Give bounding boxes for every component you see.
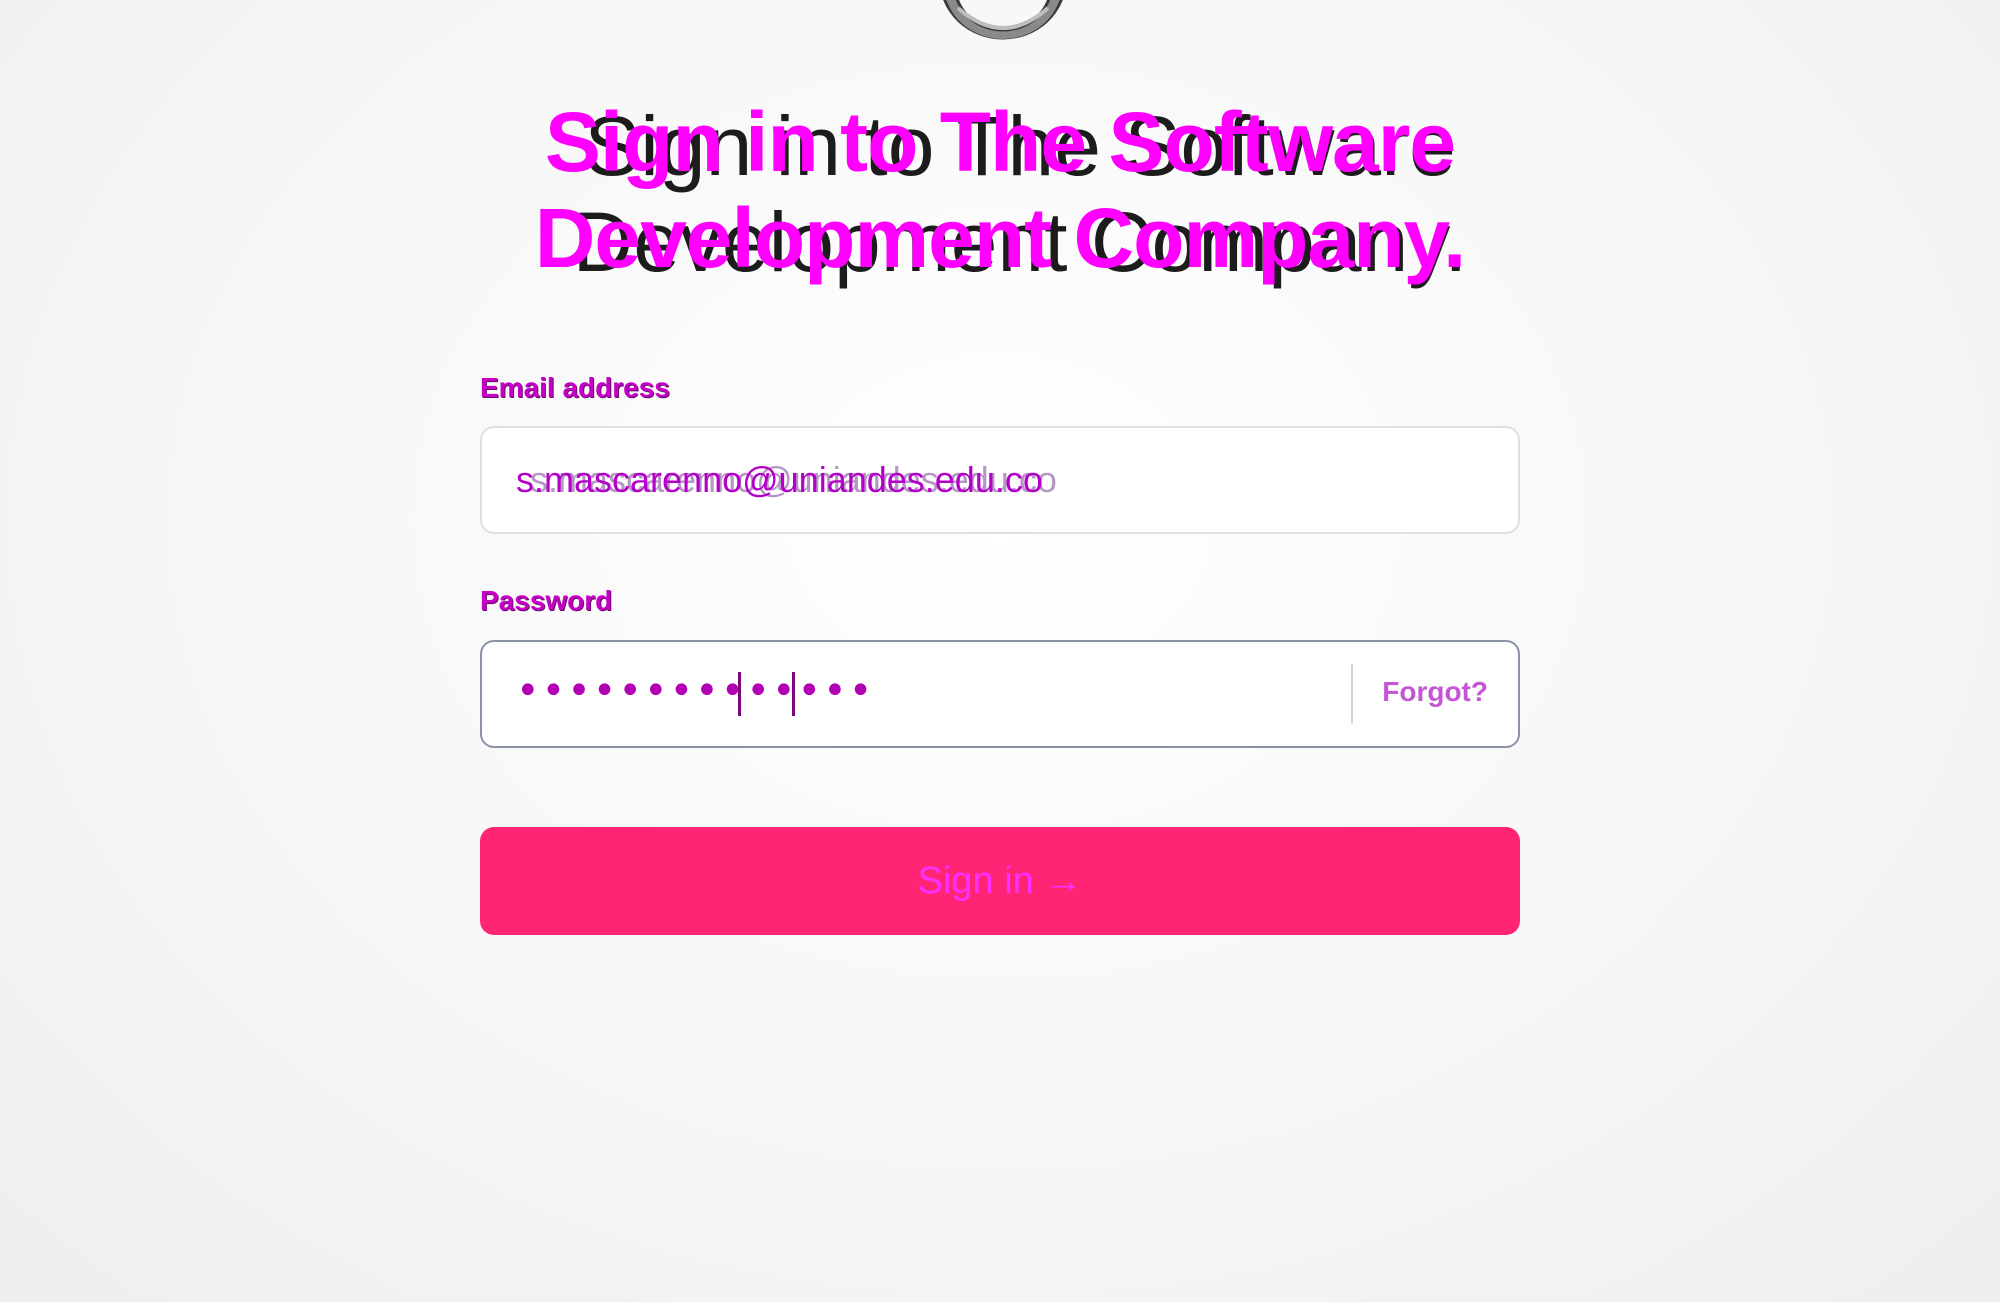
email-field[interactable]: s.mascarenno@uniandes.edu.co s.mascarenn…	[480, 426, 1520, 534]
page-title: Sign in to The Software Sign in to The S…	[500, 94, 1500, 289]
title-line-1: Sign in to The Software Sign in to The S…	[500, 94, 1500, 193]
password-value: ••••••••••••••	[516, 668, 875, 714]
password-label: Password	[480, 585, 613, 616]
sign-in-button[interactable]: Sign in →	[480, 827, 1520, 935]
email-label: Email address	[480, 372, 670, 403]
forgot-password-link[interactable]: Forgot?	[1382, 676, 1488, 708]
field-divider	[1351, 664, 1353, 724]
password-field[interactable]: •••••••••••••• Forgot?	[480, 640, 1520, 748]
text-caret-shadow	[792, 672, 795, 716]
title-line-2: Development Company. Development Company…	[500, 190, 1500, 289]
title-line-2-text: Development Company.	[534, 191, 1467, 285]
text-caret	[738, 672, 741, 716]
ring-logo-icon	[943, 0, 1063, 40]
title-line-1-text: Sign in to The Software	[544, 95, 1456, 189]
email-value: s.mascarenno@uniandes.edu.co	[516, 459, 1043, 500]
